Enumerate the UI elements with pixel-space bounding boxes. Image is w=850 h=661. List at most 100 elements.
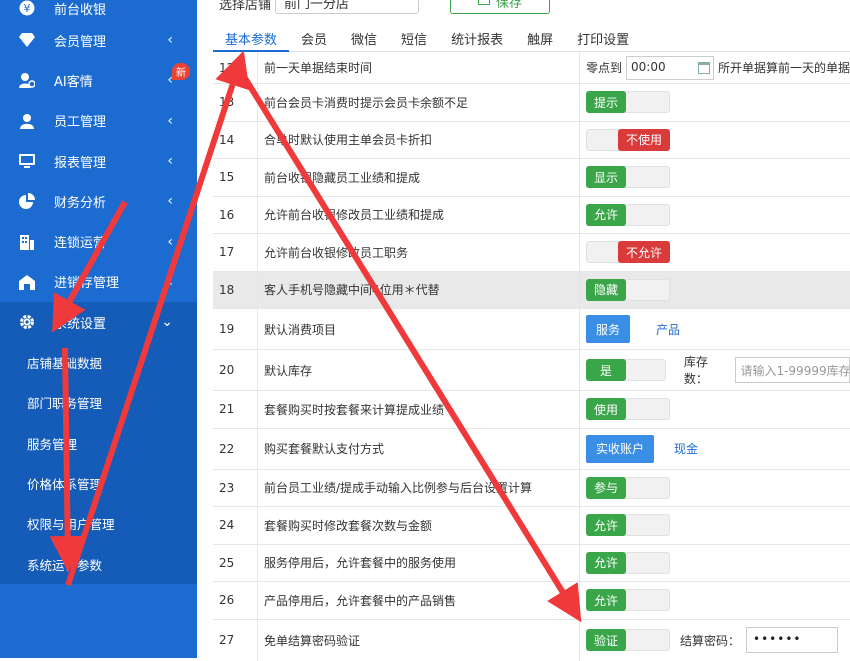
toggle-label: 使用 xyxy=(586,398,627,421)
row-control: 实收账户 现金 xyxy=(579,428,850,469)
tab-reports[interactable]: 统计报表 xyxy=(439,22,515,52)
ai-user-icon xyxy=(18,71,36,89)
toggle-switch[interactable]: 允许 xyxy=(586,589,670,612)
submenu-department-roles[interactable]: 部门职务管理 xyxy=(0,383,197,423)
sidebar-item-ai[interactable]: AI客情 新 ‹ xyxy=(0,60,197,100)
toggle-switch[interactable]: 提示 xyxy=(586,91,670,114)
toggle-label: 允许 xyxy=(586,514,627,537)
tab-touchscreen[interactable]: 触屏 xyxy=(515,22,565,52)
sidebar-item-finance[interactable]: 财务分析 ‹ xyxy=(0,181,197,221)
default-item-product-option[interactable]: 产品 xyxy=(656,321,680,338)
payment-cash-option[interactable]: 现金 xyxy=(674,440,698,457)
tab-member[interactable]: 会员 xyxy=(289,22,339,52)
row-control: 是 库存数： 请输入1-99999库存 xyxy=(579,350,850,390)
submenu-permissions-users[interactable]: 权限与用户管理 xyxy=(0,504,197,544)
row-control: 提示 xyxy=(579,84,850,121)
submenu-store-data[interactable]: 店铺基础数据 xyxy=(0,342,197,382)
row-label: 允许前台收银修改员工职务 xyxy=(257,234,579,271)
toggle-switch[interactable]: 验证 xyxy=(586,629,670,651)
toggle-switch[interactable]: 显示 xyxy=(586,166,670,189)
stock-input[interactable]: 请输入1-99999库存 xyxy=(735,357,850,383)
row-number: 20 xyxy=(219,363,235,377)
store-select[interactable]: 前门一分店 xyxy=(275,0,419,14)
sidebar-item-reports[interactable]: 报表管理 ‹ xyxy=(0,141,197,181)
toggle-switch[interactable]: 允许 xyxy=(586,551,670,574)
sidebar-item-label: 报表管理 xyxy=(54,155,107,171)
toggle-switch[interactable]: 允许 xyxy=(586,514,670,537)
row-control: 参与 xyxy=(579,469,850,506)
row-control: 验证 结算密码： •••••• xyxy=(579,619,850,661)
sidebar-item-chain[interactable]: 连锁运营 ‹ xyxy=(0,221,197,261)
row-label: 前台收银隐藏员工业绩和提成 xyxy=(257,159,579,196)
sidebar-item-label: 会员管理 xyxy=(54,34,107,50)
save-icon xyxy=(477,0,490,9)
row-number: 17 xyxy=(219,245,235,260)
row-number: 19 xyxy=(219,322,235,336)
sidebar-item-label: 财务分析 xyxy=(54,195,107,211)
sidebar-footer xyxy=(0,594,197,658)
toggle-switch[interactable]: 是 xyxy=(586,359,666,381)
toggle-switch[interactable]: 不使用 xyxy=(586,128,670,151)
toggle-label: 不允许 xyxy=(617,241,670,264)
store-label: 选择店铺 xyxy=(219,0,272,13)
cutoff-time-value: 00:00 xyxy=(631,59,666,74)
chevron-left-icon: ‹ xyxy=(167,233,173,250)
row-label: 套餐购买时修改套餐次数与金额 xyxy=(257,507,579,544)
row-control: 不使用 xyxy=(579,121,850,158)
toggle-label: 提示 xyxy=(586,91,627,114)
row-label: 产品停用后，允许套餐中的产品销售 xyxy=(257,582,579,619)
sidebar-item-label: 连锁运营 xyxy=(54,236,107,252)
checkout-password-input[interactable]: •••••• xyxy=(746,627,839,653)
chevron-left-icon: ‹ xyxy=(167,193,173,210)
sidebar-item-members[interactable]: 会员管理 ‹ xyxy=(0,20,197,60)
toggle-switch[interactable]: 参与 xyxy=(586,476,670,499)
row-control: 允许 xyxy=(579,507,850,544)
yen-icon: ¥ xyxy=(18,0,36,17)
toggle-label: 允许 xyxy=(586,203,627,226)
sidebar-item-label: 进销存管理 xyxy=(54,276,120,292)
cutoff-prefix: 零点到 xyxy=(586,61,623,75)
row-label: 前一天单据结束时间 xyxy=(257,52,579,83)
sidebar-item-label: 前台收银 xyxy=(54,2,107,18)
table-row: 19 默认消费项目 服务 产品 xyxy=(213,309,850,350)
chevron-left-icon: ‹ xyxy=(167,273,173,290)
row-control: 零点到 00:00 所开单据算前一天的单据 xyxy=(579,52,850,83)
row-number: 23 xyxy=(219,480,235,495)
toggle-switch[interactable]: 不允许 xyxy=(586,241,670,264)
submenu-price-system[interactable]: 价格体系管理 xyxy=(0,463,197,503)
table-row: 17 允许前台收银修改员工职务 不允许 xyxy=(213,234,850,272)
tab-wechat[interactable]: 微信 xyxy=(339,22,389,52)
settings-submenu: 店铺基础数据 部门职务管理 服务管理 价格体系管理 权限与用户管理 系统运行参数 xyxy=(0,342,197,585)
monitor-icon xyxy=(18,152,36,170)
sidebar-item-staff[interactable]: 员工管理 ‹ xyxy=(0,101,197,141)
tab-print[interactable]: 打印设置 xyxy=(565,22,641,52)
row-control: 允许 xyxy=(579,196,850,233)
row-control: 不允许 xyxy=(579,234,850,271)
payment-account-button[interactable]: 实收账户 xyxy=(586,434,655,463)
row-label: 默认消费项目 xyxy=(257,309,579,349)
main-content: 选择店铺 前门一分店 保存 基本参数 会员 微信 短信 统计报表 触屏 打印设置… xyxy=(197,0,850,661)
store-select-value: 前门一分店 xyxy=(284,0,350,12)
default-item-service-button[interactable]: 服务 xyxy=(586,315,631,343)
sidebar-item-front-cashier[interactable]: ¥ 前台收银 xyxy=(0,0,197,20)
toggle-switch[interactable]: 使用 xyxy=(586,398,670,421)
tab-sms[interactable]: 短信 xyxy=(389,22,439,52)
row-number: 13 xyxy=(219,95,235,110)
row-label: 客人手机号隐藏中间4位用＊代替 xyxy=(257,271,579,308)
row-control: 允许 xyxy=(579,582,850,619)
stock-label: 库存数： xyxy=(683,355,708,386)
table-row: 23 前台员工业绩/提成手动输入比例参与后台设置计算 参与 xyxy=(213,469,850,507)
sidebar-item-inventory[interactable]: 进销存管理 ‹ xyxy=(0,262,197,302)
table-row: 13 前台会员卡消费时提示会员卡余额不足 提示 xyxy=(213,84,850,122)
calendar-icon[interactable] xyxy=(698,61,710,74)
toggle-switch[interactable]: 允许 xyxy=(586,203,670,226)
save-button[interactable]: 保存 xyxy=(450,0,550,14)
toggle-switch[interactable]: 隐藏 xyxy=(586,278,670,301)
cutoff-time-input[interactable]: 00:00 xyxy=(626,55,714,80)
tab-basic[interactable]: 基本参数 xyxy=(213,22,290,52)
submenu-service-management[interactable]: 服务管理 xyxy=(0,423,197,463)
submenu-system-parameters[interactable]: 系统运行参数 xyxy=(0,544,197,584)
sidebar-item-system-settings[interactable]: 系统设置 ⌄ xyxy=(0,302,197,343)
row-number: 26 xyxy=(219,593,235,608)
row-control: 服务 产品 xyxy=(579,309,850,349)
